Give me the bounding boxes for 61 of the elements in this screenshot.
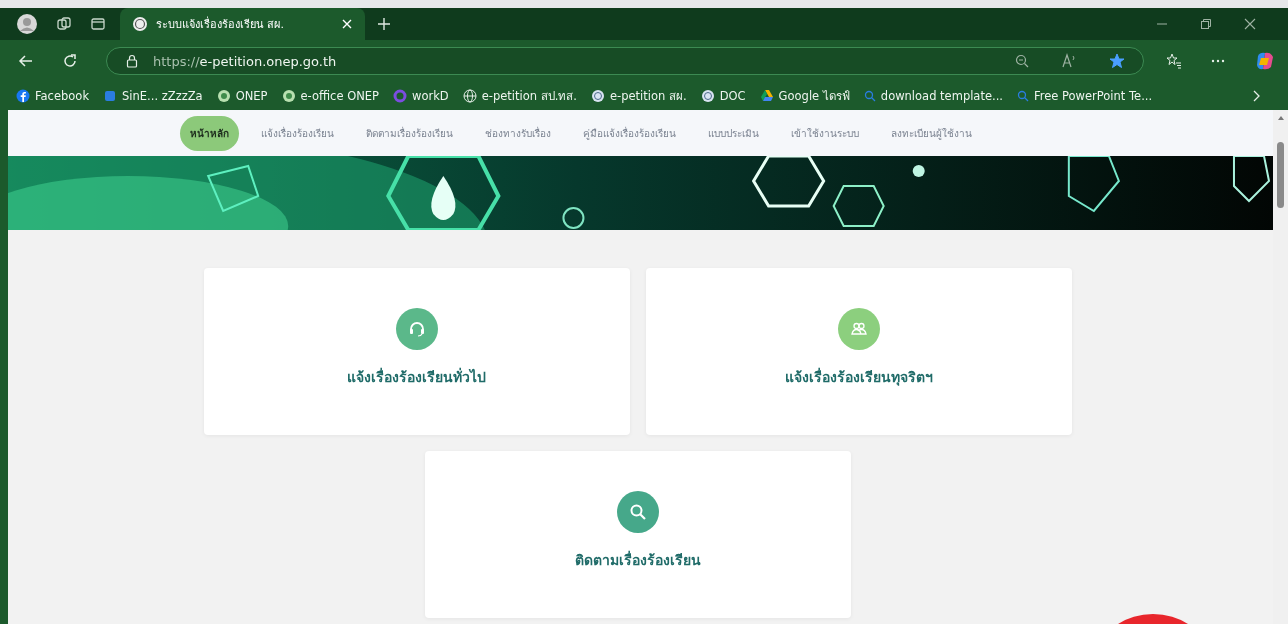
scroll-up-icon[interactable] xyxy=(1276,114,1285,122)
workspaces-icon[interactable] xyxy=(56,16,72,32)
nav-link[interactable]: ลงทะเบียนผู้ใช้งาน xyxy=(880,115,982,151)
search-icon xyxy=(1017,90,1029,102)
nav-link[interactable]: ติดตามเรื่องร้องเรียน xyxy=(355,115,463,151)
seal-icon xyxy=(591,89,605,103)
nav-link[interactable]: หน้าหลัก xyxy=(179,115,239,151)
drive-icon xyxy=(759,89,774,103)
bookmark-item[interactable]: e-petition สผ. xyxy=(591,87,687,105)
browser-tab[interactable]: ระบบแจ้งเรื่องร้องเรียน สผ. xyxy=(120,8,365,40)
search-icon xyxy=(863,90,876,102)
app-icon xyxy=(103,89,118,103)
star-icon[interactable] xyxy=(1109,53,1125,69)
profile-avatar-icon[interactable] xyxy=(16,13,38,35)
card-title: แจ้งเรื่องร้องเรียนทั่วไป xyxy=(347,366,486,387)
card-title: แจ้งเรื่องร้องเรียนทุจริตฯ xyxy=(784,366,933,388)
ring-icon xyxy=(393,89,407,103)
search-icon xyxy=(628,503,647,521)
option-card[interactable]: แจ้งเรื่องร้องเรียนทุจริตฯ xyxy=(645,268,1072,435)
bookmark-item[interactable]: DOC xyxy=(700,89,746,103)
nav-link[interactable]: คู่มือแจ้งเรื่องร้องเรียน xyxy=(572,115,686,151)
globe-icon xyxy=(462,89,477,103)
nav-link[interactable]: ช่องทางรับเรื่อง xyxy=(474,115,561,151)
bookmark-item[interactable]: e-petition สป.ทส. xyxy=(462,87,577,105)
nav-link[interactable]: แบบประเมิน xyxy=(697,115,769,151)
lock-icon xyxy=(125,54,139,68)
refresh-icon[interactable] xyxy=(62,53,78,69)
bookmark-item[interactable]: ONEP xyxy=(216,89,268,103)
restore-icon[interactable] xyxy=(1200,18,1212,30)
card-title: ติดตามเรื่องร้องเรียน xyxy=(574,549,701,570)
seal-icon xyxy=(700,89,715,103)
people-icon xyxy=(849,320,868,338)
seal-icon xyxy=(132,16,148,32)
bookmark-item[interactable]: Facebook xyxy=(16,89,90,103)
new-tab-icon[interactable] xyxy=(377,17,391,31)
scrollbar-thumb[interactable] xyxy=(1277,142,1284,208)
bookmark-item[interactable]: Google ไดรฟ์ xyxy=(759,87,850,105)
emblem-icon xyxy=(216,89,231,103)
nav-link[interactable]: เข้าใช้งานระบบ xyxy=(780,115,869,151)
option-card[interactable]: แจ้งเรื่องร้องเรียนทั่วไป xyxy=(203,268,630,435)
copilot-icon[interactable] xyxy=(1254,50,1276,72)
bookmark-item[interactable]: SinE... zZzzZa xyxy=(103,89,203,103)
url-text: https://e-petition.onep.go.th xyxy=(153,53,337,69)
zoom-out-icon[interactable] xyxy=(1015,54,1029,68)
tab-title: ระบบแจ้งเรื่องร้องเรียน สผ. xyxy=(156,15,285,33)
emblem-icon xyxy=(281,89,296,103)
option-card[interactable]: ติดตามเรื่องร้องเรียน xyxy=(424,451,851,618)
nav-link[interactable]: แจ้งเรื่องร้องเรียน xyxy=(250,115,344,151)
bookmark-item[interactable]: e-office ONEP xyxy=(281,89,379,103)
scrollbar[interactable] xyxy=(1273,110,1288,624)
back-arrow-icon[interactable] xyxy=(18,53,34,69)
tab-actions-icon[interactable] xyxy=(90,16,106,32)
close-icon[interactable] xyxy=(1244,18,1256,30)
address-bar[interactable]: https://e-petition.onep.go.th xyxy=(106,47,1144,75)
favorites-icon[interactable] xyxy=(1166,53,1182,69)
facebook-f-icon xyxy=(16,89,30,103)
headset-icon xyxy=(407,320,426,338)
read-aloud-icon[interactable] xyxy=(1061,53,1077,69)
bookmark-item[interactable]: download template... xyxy=(863,89,1003,103)
bookmark-item[interactable]: Free PowerPoint Te... xyxy=(1017,89,1153,103)
bookmark-item[interactable]: workD xyxy=(393,89,449,103)
